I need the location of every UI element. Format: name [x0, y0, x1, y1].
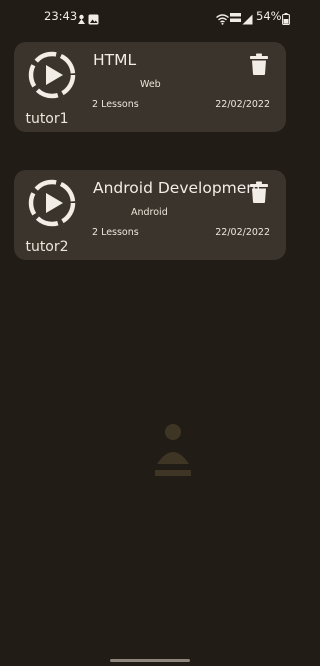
signal-icon [242, 10, 253, 29]
tutorial-date: 22/02/2022 [215, 227, 270, 238]
trash-icon[interactable] [250, 181, 268, 203]
tutor-name: tutor2 [25, 239, 69, 255]
wifi-icon [216, 10, 229, 29]
gallery-icon [88, 10, 99, 29]
tutorial-title: HTML [93, 51, 137, 69]
tutorial-category: Web [140, 79, 161, 90]
watermark-logo [153, 420, 193, 484]
lessons-count: 2 Lessons [92, 227, 139, 238]
status-time: 23:43 [44, 9, 78, 23]
tutorial-date: 22/02/2022 [215, 99, 270, 110]
play-circle-icon[interactable] [28, 51, 76, 99]
tutorial-category: Android [131, 207, 168, 218]
notification-icon [76, 10, 87, 29]
trash-icon[interactable] [250, 53, 268, 75]
tutorial-title: Android Development [93, 179, 263, 197]
tutorial-card[interactable]: tutor1 HTML Web 2 Lessons 22/02/2022 [14, 42, 286, 132]
play-circle-icon[interactable] [28, 179, 76, 227]
tutor-name: tutor1 [25, 111, 69, 127]
navigation-handle[interactable] [110, 659, 190, 662]
battery-icon [282, 10, 290, 29]
battery-percentage: 54% [256, 9, 282, 23]
volte-icon [230, 9, 241, 28]
tutorial-card[interactable]: tutor2 Android Development Android 2 Les… [14, 170, 286, 260]
lessons-count: 2 Lessons [92, 99, 139, 110]
status-bar: 23:43 54% [0, 0, 300, 34]
